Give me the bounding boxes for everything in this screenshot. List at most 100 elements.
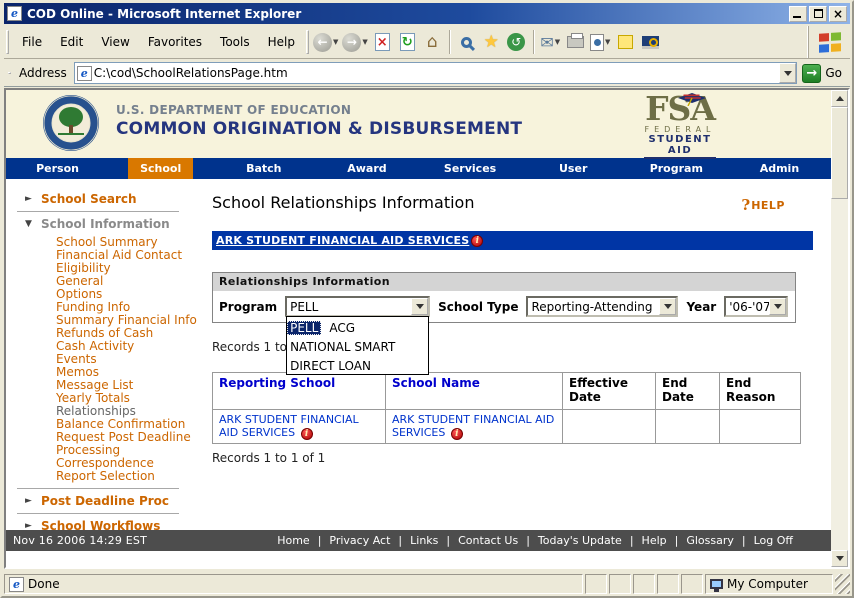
menu-file[interactable]: File xyxy=(13,33,51,51)
school-banner-link[interactable]: ARK STUDENT FINANCIAL AID SERVICES xyxy=(216,234,469,247)
refresh-button[interactable]: ↻ xyxy=(395,27,420,57)
sidebar-section-post-deadline-proc[interactable]: ► Post Deadline Proc xyxy=(25,494,204,508)
tab-services[interactable]: Services xyxy=(419,158,522,179)
print-button[interactable] xyxy=(563,27,588,57)
tab-admin[interactable]: Admin xyxy=(728,158,831,179)
research-icon xyxy=(642,36,659,49)
favorites-button[interactable]: ★ xyxy=(479,27,504,57)
search-button[interactable] xyxy=(454,27,479,57)
home-button[interactable]: ⌂ xyxy=(420,27,445,57)
sidebar-divider xyxy=(17,211,179,212)
footer-link-help[interactable]: Help xyxy=(622,534,667,547)
tab-award[interactable]: Award xyxy=(315,158,418,179)
stop-button[interactable]: × xyxy=(370,27,395,57)
school-name-link[interactable]: ARK STUDENT FINANCIAL AID SERVICES xyxy=(392,413,554,439)
resize-grip[interactable] xyxy=(835,574,850,594)
edit-dropdown-icon[interactable]: ▼ xyxy=(605,38,610,46)
school-type-label: School Type xyxy=(438,300,518,314)
footer-link-links[interactable]: Links xyxy=(390,534,438,547)
go-label: Go xyxy=(825,66,842,80)
back-button[interactable]: ← ▼ xyxy=(311,27,340,57)
edit-button[interactable]: ▼ xyxy=(588,27,613,57)
security-zone-panel: My Computer xyxy=(705,574,833,594)
info-icon[interactable]: i xyxy=(471,235,483,247)
reporting-school-link[interactable]: ARK STUDENT FINANCIAL AID SERVICES xyxy=(219,413,359,439)
footer-link-glossary[interactable]: Glossary xyxy=(667,534,734,547)
minimize-icon xyxy=(793,16,801,18)
menu-help[interactable]: Help xyxy=(259,33,304,51)
toolbar-grip[interactable] xyxy=(306,30,309,54)
tab-person[interactable]: Person xyxy=(6,158,109,179)
scrollbar-track[interactable] xyxy=(831,199,848,550)
option-pell[interactable]: PELL xyxy=(287,321,321,335)
vertical-scrollbar[interactable] xyxy=(831,90,848,567)
footer-link-contact-us[interactable]: Contact Us xyxy=(438,534,518,547)
tab-school[interactable]: School xyxy=(109,158,212,179)
mail-button[interactable]: ✉ ▼ xyxy=(538,27,563,57)
history-button[interactable]: ↺ xyxy=(504,27,529,57)
menu-edit[interactable]: Edit xyxy=(51,33,92,51)
sidebar-divider xyxy=(17,488,179,489)
menu-grip[interactable] xyxy=(6,30,9,54)
research-button[interactable] xyxy=(638,27,663,57)
option-national-smart[interactable]: NATIONAL SMART xyxy=(287,340,398,354)
sidebar-item-report-selection[interactable]: Report Selection xyxy=(56,470,204,483)
info-icon[interactable]: i xyxy=(451,428,463,440)
footer-link-log-off[interactable]: Log Off xyxy=(734,534,793,547)
scroll-down-button[interactable] xyxy=(831,550,848,567)
status-panel-empty xyxy=(585,574,607,594)
windows-logo-icon xyxy=(819,32,841,53)
status-bar: e Done My Computer xyxy=(4,571,850,594)
tab-batch[interactable]: Batch xyxy=(212,158,315,179)
address-grip[interactable] xyxy=(8,72,11,74)
option-acg[interactable]: ACG xyxy=(326,321,358,335)
footer-link-todays-update[interactable]: Today's Update xyxy=(518,534,622,547)
browser-window: e COD Online - Microsoft Internet Explor… xyxy=(0,0,854,598)
mail-dropdown-icon[interactable]: ▼ xyxy=(555,38,560,46)
sidebar-item-request-post-deadline-processing[interactable]: Request Post Deadline Processing xyxy=(56,431,204,457)
address-dropdown-button[interactable] xyxy=(779,63,796,83)
go-button[interactable]: → Go xyxy=(802,64,842,83)
minimize-button[interactable] xyxy=(789,6,807,22)
toolbar-separator xyxy=(449,30,450,54)
footer-link-home[interactable]: Home xyxy=(277,534,309,547)
school-type-select[interactable]: Reporting-Attending xyxy=(526,296,678,317)
menu-favorites[interactable]: Favorites xyxy=(139,33,211,51)
maximize-button[interactable] xyxy=(809,6,827,22)
tab-user[interactable]: User xyxy=(522,158,625,179)
col-reporting-school: Reporting School xyxy=(213,373,386,410)
menu-view[interactable]: View xyxy=(92,33,138,51)
scroll-up-button[interactable] xyxy=(831,90,848,107)
tab-program[interactable]: Program xyxy=(625,158,728,179)
discuss-button[interactable] xyxy=(613,27,638,57)
col-school-name: School Name xyxy=(386,373,563,410)
option-direct-loan[interactable]: DIRECT LOAN xyxy=(287,359,374,373)
relationships-info-panel: Relationships Information Program PELL P… xyxy=(212,272,796,323)
main-content: School Relationships Information ? HELP … xyxy=(204,179,831,530)
status-text: Done xyxy=(28,577,60,591)
select-button[interactable] xyxy=(411,298,428,315)
select-button[interactable] xyxy=(659,298,676,315)
sidebar-section-school-workflows[interactable]: ► School Workflows xyxy=(25,519,204,530)
status-panel: e Done xyxy=(4,574,583,594)
forward-button[interactable]: → ▼ xyxy=(340,27,369,57)
address-input[interactable] xyxy=(92,66,780,80)
collapsed-arrow-icon: ► xyxy=(25,519,34,530)
program-select[interactable]: PELL PELL ACG NATIONAL SMART DIRECT LOAN xyxy=(285,296,430,317)
forward-dropdown-icon[interactable]: ▼ xyxy=(362,38,367,46)
close-icon: × xyxy=(833,9,843,19)
year-label: Year xyxy=(686,300,716,314)
sidebar-section-school-information[interactable]: ▼ School Information xyxy=(25,217,204,231)
select-button[interactable] xyxy=(769,298,786,315)
col-end-date: End Date xyxy=(656,373,720,410)
footer-link-privacy-act[interactable]: Privacy Act xyxy=(310,534,391,547)
menu-tools[interactable]: Tools xyxy=(211,33,259,51)
sidebar-section-school-search[interactable]: ► School Search xyxy=(25,192,204,206)
back-dropdown-icon[interactable]: ▼ xyxy=(333,38,338,46)
stop-icon: × xyxy=(375,33,390,51)
scrollbar-thumb[interactable] xyxy=(831,107,848,199)
info-icon[interactable]: i xyxy=(301,428,313,440)
help-link[interactable]: ? HELP xyxy=(741,196,785,214)
year-select[interactable]: '06-'07 xyxy=(724,296,788,317)
close-button[interactable]: × xyxy=(829,6,847,22)
